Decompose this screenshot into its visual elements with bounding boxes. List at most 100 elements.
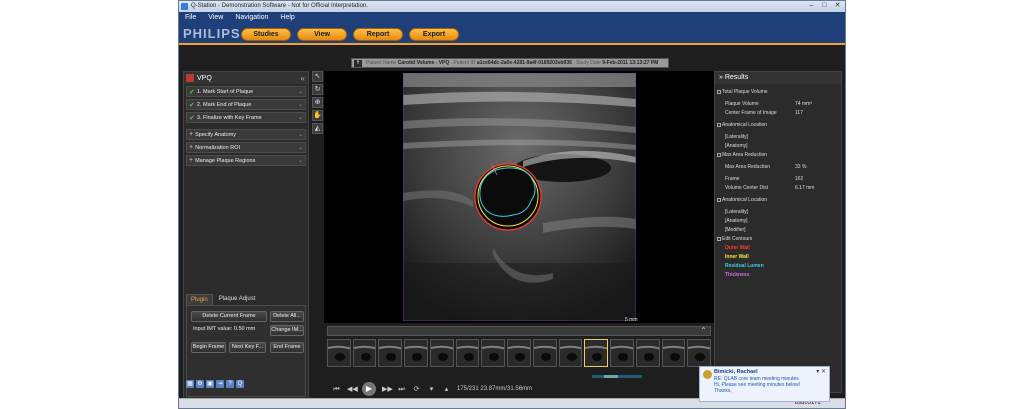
contour-legend-item[interactable]: Outer Wall <box>725 245 750 251</box>
filmstrip-frame[interactable] <box>429 339 454 367</box>
result-key-text: Max Area Reduction <box>725 164 771 170</box>
first-frame-icon[interactable]: ⏮ <box>332 385 341 394</box>
close-icon[interactable]: ✕ <box>833 2 842 10</box>
step-mark-start[interactable]: ✔ 1. Mark Start of Plaque ⌄ <box>186 86 306 97</box>
help-icon[interactable]: ? <box>226 380 234 388</box>
filmstrip-scrollbar[interactable] <box>592 375 642 378</box>
grid-icon[interactable]: ▦ <box>186 380 194 388</box>
qlab-icon[interactable]: Q <box>236 380 244 388</box>
menu-file[interactable]: File <box>185 12 196 23</box>
filmstrip-frame[interactable] <box>610 339 634 367</box>
step-forward-icon[interactable]: ▶▶ <box>382 385 393 394</box>
brand-bar: PHILIPS Studies View Report Export <box>179 23 845 43</box>
contour-legend-item[interactable]: Inner Wall <box>725 254 749 260</box>
change-imt-button[interactable]: Change IM... <box>270 325 304 336</box>
result-key: [Laterality] <box>725 209 785 215</box>
pan-hand-icon[interactable]: ✋ <box>312 110 323 121</box>
contour-legend-item[interactable]: Residual Lumen <box>725 263 764 269</box>
filmstrip-frame[interactable] <box>558 339 583 367</box>
plus-icon: + <box>189 144 194 151</box>
filmstrip-frame[interactable] <box>481 339 506 367</box>
pointer-icon[interactable]: ↖ <box>312 71 323 82</box>
menu-view[interactable]: View <box>208 12 223 23</box>
tab-view[interactable]: View <box>297 28 347 41</box>
section-specify-anatomy[interactable]: + Specify Anatomy ⌄ <box>186 129 306 140</box>
filmstrip-header: ⌃ <box>327 326 711 336</box>
contour-legend-item[interactable]: Thickness <box>725 272 749 278</box>
result-key: [Anatomy] <box>725 143 785 149</box>
expand-box-icon[interactable] <box>717 236 721 241</box>
step-back-icon[interactable]: ◀◀ <box>347 385 358 394</box>
vpq-title: VPQ <box>197 74 212 82</box>
last-frame-icon[interactable]: ⏭ <box>397 385 406 394</box>
filmstrip-frame[interactable] <box>661 339 686 367</box>
contrast-icon[interactable]: ◭ <box>312 123 323 134</box>
play-button[interactable]: ▶ <box>362 382 376 396</box>
tool-strip: ↖ ↻ ⊕ ✋ ◭ <box>312 71 324 141</box>
end-frame-button[interactable]: End Frame <box>270 342 304 353</box>
delete-all-button[interactable]: Delete All... <box>270 311 304 322</box>
frame-readout: 175/231 23.87mm/31.56mm <box>457 386 533 392</box>
result-key: Plaque Volume <box>725 101 785 107</box>
results-header: » Results <box>715 72 841 84</box>
tab-plaque-adjust[interactable]: Plaque Adjust <box>215 294 260 305</box>
filmstrip-frame[interactable] <box>404 339 428 367</box>
section-normalization-roi[interactable]: + Normalization ROI ⌄ <box>186 142 306 153</box>
result-key-text: Max Area Reduction <box>722 152 768 158</box>
patient-icon: ☨ <box>354 60 362 67</box>
plus-icon: + <box>189 131 194 138</box>
expand-box-icon[interactable] <box>717 122 721 127</box>
notification-sender: Bimicki, Rachael <box>714 369 758 375</box>
chevron-up-icon[interactable]: ⌃ <box>700 326 707 335</box>
expand-box-icon[interactable] <box>717 152 721 157</box>
rotate-icon[interactable]: ↻ <box>312 84 323 95</box>
next-key-frame-button[interactable]: Next Key F... <box>229 342 266 353</box>
ultrasound-viewport[interactable]: 5 mm <box>324 71 714 323</box>
menu-navigation[interactable]: Navigation <box>235 12 268 23</box>
begin-frame-button[interactable]: Begin Frame <box>191 342 226 353</box>
section-manage-plaque[interactable]: + Manage Plaque Regions ⌄ <box>186 155 306 166</box>
filmstrip-frame[interactable] <box>327 339 351 367</box>
filmstrip-frame[interactable] <box>532 339 557 367</box>
close-icon[interactable]: ▾ ✕ <box>816 368 826 375</box>
tab-plugin[interactable]: Plugin <box>186 294 213 305</box>
chevron-down-icon: ⌄ <box>297 132 303 138</box>
result-key: Total Plaque Volume <box>717 89 777 95</box>
filmstrip-frame[interactable] <box>687 339 712 367</box>
tab-report[interactable]: Report <box>353 28 403 41</box>
maximize-icon[interactable]: □ <box>820 2 829 10</box>
outlook-notification[interactable]: ▾ ✕ Bimicki, Rachael RE: QLAB core team … <box>699 366 830 402</box>
tab-studies[interactable]: Studies <box>241 28 291 41</box>
minimize-icon[interactable]: – <box>807 2 816 10</box>
filmstrip-frame[interactable] <box>352 339 377 367</box>
tab-export[interactable]: Export <box>409 28 459 41</box>
result-key-text: [Laterality] <box>725 134 749 140</box>
plus-icon: + <box>189 157 194 164</box>
filmstrip-frame[interactable] <box>507 339 531 367</box>
step-mark-end[interactable]: ✔ 2. Mark End of Plaque ⌄ <box>186 99 306 110</box>
collapse-icon[interactable]: « <box>301 74 305 83</box>
result-value: 162 <box>795 176 804 182</box>
zoom-icon[interactable]: ⊕ <box>312 97 323 108</box>
result-key: [Anatomy] <box>725 218 785 224</box>
result-key-text: Edit Contours <box>722 236 753 242</box>
filmstrip-frame[interactable] <box>584 339 609 367</box>
step-finalize[interactable]: ✔ 3. Finalize with Key Frame ⌄ <box>186 112 306 123</box>
expand-box-icon[interactable] <box>717 89 721 94</box>
menu-bar: File View Navigation Help <box>179 12 845 23</box>
speed-icon[interactable]: ▾ <box>427 385 436 394</box>
menu-help[interactable]: Help <box>280 12 294 23</box>
filmstrip-frame[interactable] <box>455 339 480 367</box>
settings-icon[interactable]: ⚙ <box>196 380 204 388</box>
delete-current-frame-button[interactable]: Delete Current Frame <box>191 311 267 322</box>
speed-up-icon[interactable]: ▴ <box>442 385 451 394</box>
save-icon[interactable]: ▣ <box>206 380 214 388</box>
result-key: Volume Center Dist <box>725 185 785 191</box>
filmstrip-frame[interactable] <box>635 339 660 367</box>
expand-icon[interactable]: » <box>719 74 723 81</box>
expand-box-icon[interactable] <box>717 197 721 202</box>
loop-icon[interactable]: ⟳ <box>412 385 421 394</box>
filmstrip-frame[interactable] <box>378 339 403 367</box>
export-icon[interactable]: ⇥ <box>216 380 224 388</box>
result-key-text: Anatomical Location <box>722 197 768 203</box>
